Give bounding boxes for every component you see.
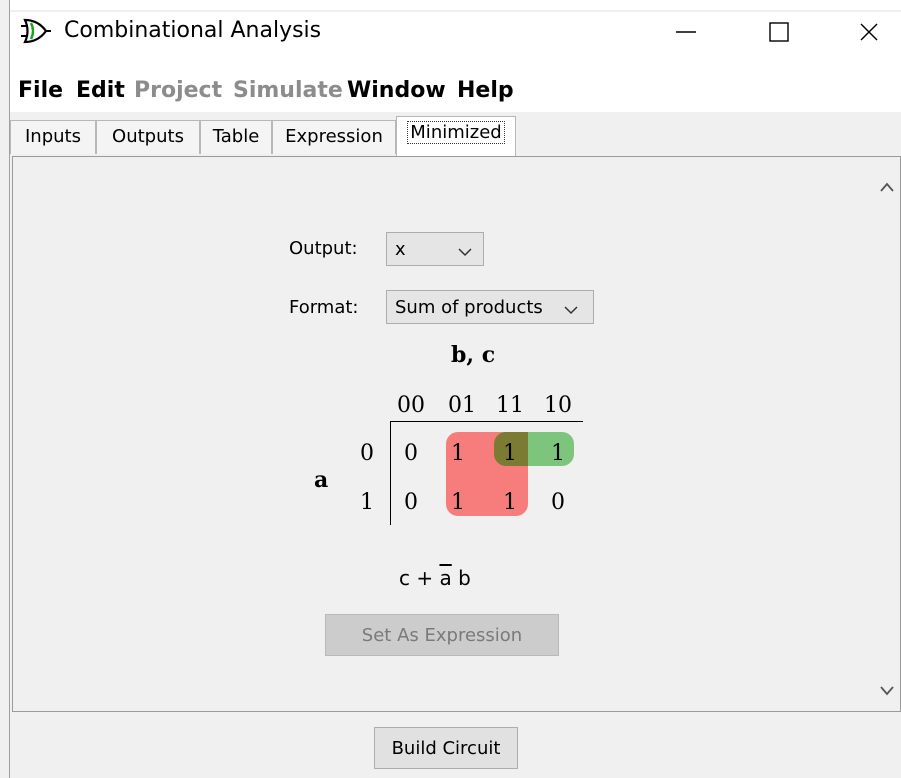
window-left-edge xyxy=(0,0,10,778)
output-label: Output: xyxy=(289,238,358,259)
minimized-expression: c + a b xyxy=(399,565,471,591)
kmap-cell: 1 xyxy=(503,490,517,515)
format-label: Format: xyxy=(289,297,359,318)
kmap-left-rule xyxy=(390,421,391,525)
vertical-scrollbar[interactable] xyxy=(874,157,900,711)
logisim-app-icon xyxy=(20,17,52,45)
kmap-top-rule xyxy=(391,421,583,422)
menu-file[interactable]: File xyxy=(18,76,63,106)
minimize-icon xyxy=(675,21,697,43)
tab-outputs[interactable]: Outputs xyxy=(96,120,200,154)
kmap-row-header: 0 xyxy=(360,441,374,466)
scroll-up-button[interactable] xyxy=(874,175,900,197)
tab-inputs[interactable]: Inputs xyxy=(10,120,96,154)
kmap-row-header: 1 xyxy=(360,490,374,515)
tab-table[interactable]: Table xyxy=(200,120,272,154)
kmap-row-variable: a xyxy=(314,467,329,493)
format-select-value: Sum of products xyxy=(395,297,543,318)
kmap-cell: 1 xyxy=(451,441,465,466)
close-button[interactable] xyxy=(838,12,900,52)
combinational-analysis-window: Combinational Analysis File Edit Project… xyxy=(0,0,901,778)
chevron-up-icon xyxy=(880,177,894,196)
tab-expression[interactable]: Expression xyxy=(272,120,396,154)
kmap-column-header: 11 xyxy=(496,393,524,418)
expression-term-a-negated: a xyxy=(439,566,452,590)
kmap-column-header: 10 xyxy=(544,393,572,418)
tab-expression-label: Expression xyxy=(285,126,383,147)
close-icon xyxy=(858,21,880,43)
menu-edit[interactable]: Edit xyxy=(76,76,125,106)
expression-plus: + xyxy=(416,566,434,590)
menu-simulate[interactable]: Simulate xyxy=(233,76,343,106)
window-top-edge xyxy=(0,0,901,10)
tab-outputs-label: Outputs xyxy=(112,126,184,147)
tab-inputs-label: Inputs xyxy=(25,126,81,147)
kmap-cell: 1 xyxy=(503,441,517,466)
chevron-down-icon xyxy=(880,681,894,700)
format-select[interactable]: Sum of products xyxy=(386,290,594,324)
menu-bar: File Edit Project Simulate Window Help xyxy=(10,72,901,112)
kmap-cell: 1 xyxy=(451,490,465,515)
expression-term-c: c xyxy=(399,566,410,590)
maximize-icon xyxy=(768,21,790,43)
menu-window[interactable]: Window xyxy=(347,76,446,106)
chevron-down-icon xyxy=(563,301,579,320)
tab-strip: Inputs Outputs Table Expression Minimize… xyxy=(10,112,901,156)
minimize-button[interactable] xyxy=(655,12,717,52)
tab-minimized-label: Minimized xyxy=(407,121,505,144)
kmap-column-variables: b, c xyxy=(451,342,496,368)
kmap-cell: 1 xyxy=(551,441,565,466)
output-select[interactable]: x xyxy=(386,232,484,266)
expression-term-b: b xyxy=(458,566,471,590)
kmap-column-header: 01 xyxy=(448,393,476,418)
maximize-button[interactable] xyxy=(748,12,810,52)
output-select-value: x xyxy=(395,239,406,260)
tab-minimized[interactable]: Minimized xyxy=(396,116,516,156)
kmap-cell: 0 xyxy=(551,490,565,515)
menu-project[interactable]: Project xyxy=(134,76,222,106)
menu-help[interactable]: Help xyxy=(457,76,514,106)
scroll-down-button[interactable] xyxy=(874,679,900,701)
chevron-down-icon xyxy=(457,243,473,262)
kmap-column-header: 00 xyxy=(397,393,425,418)
build-circuit-button[interactable]: Build Circuit xyxy=(374,727,518,769)
kmap-cell: 0 xyxy=(404,490,418,515)
window-title: Combinational Analysis xyxy=(64,18,322,43)
tab-table-label: Table xyxy=(212,126,260,147)
minimized-panel: Output: x Format: Sum of products b, c 0… xyxy=(12,156,901,712)
set-as-expression-button[interactable]: Set As Expression xyxy=(325,614,559,656)
kmap-cell: 0 xyxy=(404,441,418,466)
